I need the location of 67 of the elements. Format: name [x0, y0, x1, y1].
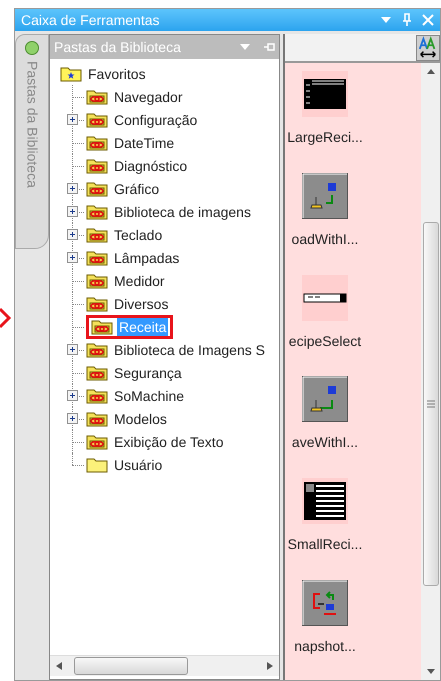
folder-icon — [86, 158, 108, 174]
star-folder-icon — [60, 66, 82, 82]
font-size-icon[interactable] — [416, 34, 440, 60]
folder-icon — [86, 364, 108, 380]
expand-toggle[interactable] — [67, 344, 78, 355]
object-label[interactable]: LargeReci... — [287, 127, 363, 148]
object-label[interactable]: napshot... — [294, 636, 356, 658]
tree-item[interactable]: Navegador — [112, 88, 184, 106]
tree-item[interactable]: Diagnóstico — [112, 156, 190, 174]
tree-item[interactable]: SoMachine — [112, 386, 186, 404]
tree-item[interactable]: Biblioteca de Imagens S — [112, 340, 267, 358]
folder-icon — [86, 250, 108, 266]
load-recipe-icon — [302, 172, 348, 219]
folder-icon — [86, 456, 108, 472]
tree-item[interactable]: Lâmpadas — [112, 248, 182, 266]
expand-toggle[interactable] — [67, 206, 78, 217]
object-label[interactable]: SmallReci... — [288, 534, 362, 556]
folder-icon — [86, 388, 108, 404]
snapshot-recipe-icon — [302, 580, 348, 626]
folder-icon — [86, 134, 108, 150]
folder-icon — [86, 434, 108, 450]
tree-item[interactable]: Configuração — [112, 110, 200, 128]
object-label[interactable]: oadWithI... — [292, 228, 358, 250]
expand-toggle[interactable] — [67, 114, 78, 125]
folder-icon — [86, 410, 108, 426]
expand-toggle[interactable] — [67, 413, 78, 424]
expand-toggle[interactable] — [67, 252, 78, 263]
tree-item[interactable]: Biblioteca de imagens — [112, 202, 253, 220]
folder-icon — [86, 272, 108, 288]
window-title: Caixa de Ferramentas — [21, 10, 161, 30]
expand-toggle[interactable] — [67, 229, 78, 240]
tree-item[interactable]: Diversos — [112, 294, 170, 312]
scroll-right-icon[interactable] — [267, 662, 273, 670]
tree-item[interactable]: Favoritos — [86, 64, 148, 82]
table-widget-icon — [302, 71, 348, 117]
folder-icon — [86, 180, 108, 196]
object-label[interactable]: ecipeSelect — [288, 330, 362, 352]
horizontal-scrollbar[interactable] — [50, 655, 279, 676]
close-icon[interactable] — [422, 14, 434, 26]
tree-item[interactable]: Medidor — [112, 272, 167, 290]
tree-item[interactable]: Exibição de Texto — [112, 432, 226, 450]
panel-title: Pastas da Biblioteca — [54, 38, 182, 56]
selector-widget-icon — [302, 274, 348, 321]
folder-icon — [86, 226, 108, 242]
side-tab-label: Pastas da Biblioteca — [24, 61, 42, 188]
scroll-down-icon[interactable] — [426, 669, 434, 674]
grip-icon — [426, 400, 434, 408]
folder-icon — [86, 112, 108, 128]
scroll-up-icon[interactable] — [426, 69, 434, 74]
object-label[interactable]: aveWithI... — [292, 432, 358, 454]
pin-icon[interactable] — [402, 13, 412, 27]
tree-item[interactable]: Segurança — [112, 364, 184, 382]
tree-item[interactable]: Usuário — [112, 456, 164, 474]
folder-icon — [86, 342, 108, 358]
save-recipe-icon — [302, 376, 348, 422]
scroll-left-icon[interactable] — [56, 662, 62, 670]
table-widget-icon — [302, 478, 348, 524]
tree-item[interactable]: Teclado — [112, 226, 164, 244]
folder-icon — [86, 204, 108, 220]
tree-item[interactable]: DateTime — [112, 134, 176, 152]
folder-icon — [91, 318, 113, 334]
tree-item[interactable]: Modelos — [112, 410, 169, 428]
folder-icon — [86, 296, 108, 312]
expand-toggle[interactable] — [67, 183, 78, 194]
expand-toggle[interactable] — [67, 390, 78, 401]
folder-icon — [86, 88, 108, 104]
tree-item[interactable]: Gráfico — [112, 180, 162, 198]
